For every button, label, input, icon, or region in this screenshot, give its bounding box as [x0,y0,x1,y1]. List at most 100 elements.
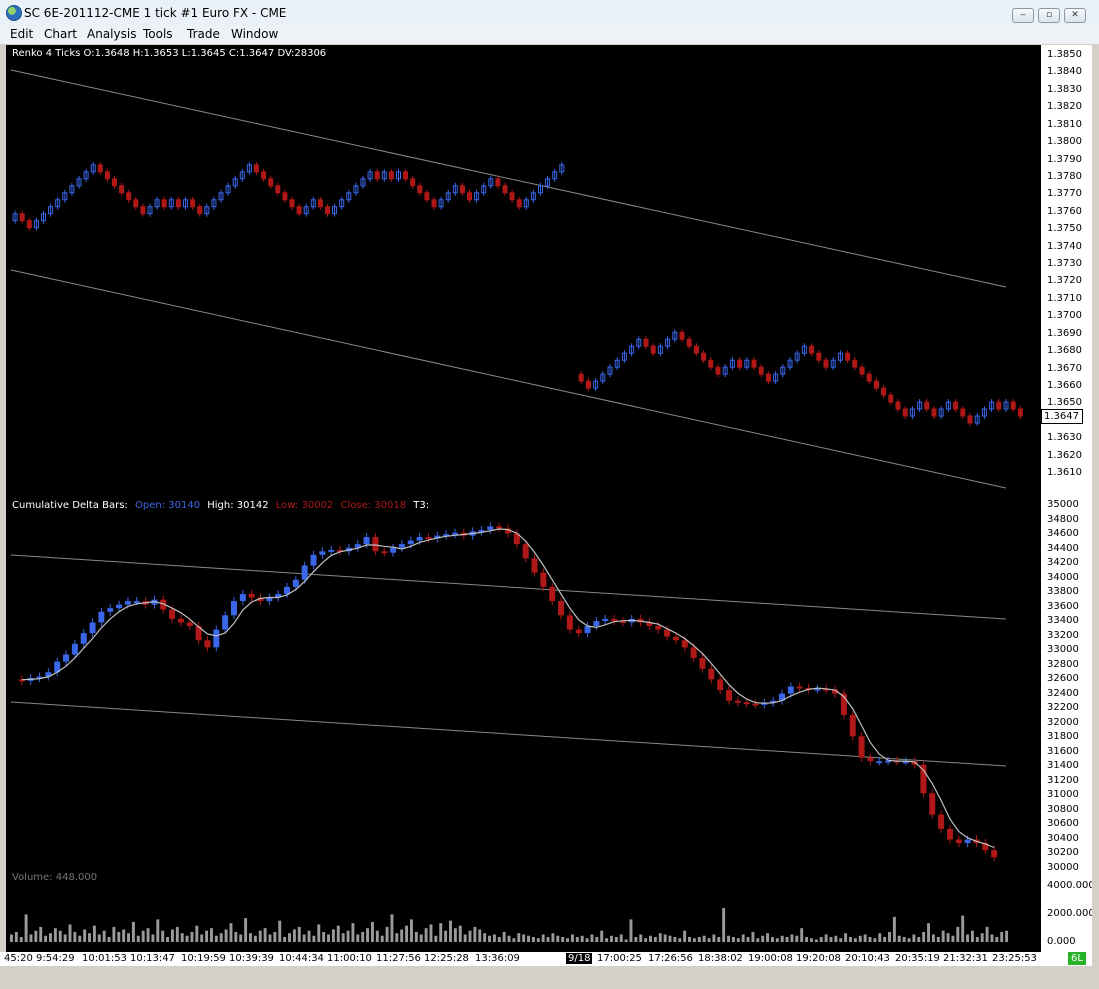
volume-bar [849,936,852,942]
volume-bar [995,936,999,942]
delta-bar [363,537,370,545]
volume-bar [88,933,91,942]
volume-bar [297,926,301,942]
delta-axis-label: 30800 [1047,803,1079,815]
volume-bar [663,934,667,942]
volume-bar [873,938,877,942]
renko-box [190,199,196,208]
volume-bar [58,930,62,942]
volume-bar [936,936,940,942]
volume-bar [990,934,994,942]
volume-bar [122,929,126,942]
time-label: 10:44:34 [279,953,324,964]
delta-axis-label: 34800 [1047,513,1079,525]
volume-bar [492,934,496,942]
delta-trendline-lower[interactable] [10,701,1007,767]
delta-bar [946,828,953,840]
volume-bar [336,925,340,942]
renko-trendline-upper[interactable] [10,69,1007,288]
volume-bar [902,936,906,942]
renko-box [282,192,288,201]
volume-bar [731,936,735,942]
volume-bar [570,934,574,942]
volume-bar [892,916,896,942]
volume-bars [10,908,1009,942]
volume-bar [331,929,335,942]
volume-bar [605,938,609,942]
renko-box [585,380,591,389]
volume-bar [29,934,33,942]
volume-bar [805,936,809,942]
renko-box [317,199,323,208]
volume-bar [278,920,282,942]
volume-axis-label: 2000.000 [1047,908,1095,919]
volume-bar [741,934,745,942]
maximize-button[interactable]: ▫ [1038,8,1060,23]
renko-box [809,345,815,354]
volume-bar [463,934,467,942]
volume-bar [639,934,643,942]
menu-tools[interactable]: Tools [143,27,173,41]
volume-bar [170,929,174,942]
volume-bar [102,930,106,942]
volume-bar [585,938,589,942]
volume-bar [292,929,296,942]
volume-bar [595,936,599,942]
chart-canvas[interactable]: Renko 4 Ticks O:1.3648 H:1.3653 L:1.3645… [6,45,1040,952]
volume-bar [44,935,48,942]
volume-bar [878,933,882,942]
menu-trade[interactable]: Trade [187,27,220,41]
renko-box [403,171,409,180]
volume-bar [458,925,462,942]
chart-svg[interactable] [6,45,1040,952]
menu-analysis[interactable]: Analysis [87,27,136,41]
volume-bar [897,935,901,942]
volume-bar [922,931,926,942]
delta-bar [699,658,706,669]
volume-bar [810,938,813,942]
renko-box [431,199,437,208]
delta-bar [319,551,326,555]
symbol-badge[interactable]: 6L [1068,952,1086,965]
volume-bar [839,938,843,942]
delta-bar [938,814,945,829]
volume-bar [707,938,711,942]
delta-bar [204,640,211,648]
price-axis[interactable]: 1.3850 1.3840 1.3830 1.3820 1.3810 1.3800 1.37… [1040,45,1095,952]
delta-bar [425,537,432,540]
delta-trendline-upper[interactable] [10,554,1007,620]
delta-bar [708,668,715,680]
volume-bar [970,930,974,942]
time-axis[interactable]: 45:20 9:54:29 10:01:53 10:13:47 10:19:59… [0,952,1092,966]
delta-bar [752,703,759,706]
volume-bar [653,936,657,942]
volume-bar [590,934,594,942]
delta-bar [222,615,229,630]
volume-bar [678,938,682,942]
renko-box [133,199,139,208]
volume-bar [49,933,52,942]
menu-edit[interactable]: Edit [10,27,33,41]
delta-bar [540,572,547,587]
delta-close: Close: 30018 [340,500,407,511]
volume-header: Volume: 448.000 [12,872,98,883]
time-label: 19:00:08 [748,953,793,964]
delta-bar [310,554,317,566]
volume-bar [600,930,604,942]
time-label: 12:25:28 [424,953,469,964]
delta-bar [496,526,503,529]
menu-chart[interactable]: Chart [44,27,77,41]
last-price-flag: 1.3647 [1041,409,1083,424]
volume-bar [468,930,472,942]
volume-axis-label: 4000.000 [1047,880,1095,891]
volume-bar [941,930,945,942]
menu-window[interactable]: Window [231,27,278,41]
volume-bar [449,920,452,942]
delta-bar [487,526,494,530]
delta-bar [372,537,379,552]
minimize-button[interactable]: ‒ [1012,8,1034,23]
close-button[interactable]: ✕ [1064,8,1086,23]
renko-trendline-lower[interactable] [10,269,1007,489]
volume-bar [497,936,501,942]
renko-axis-label: 1.3760 [1047,205,1082,217]
